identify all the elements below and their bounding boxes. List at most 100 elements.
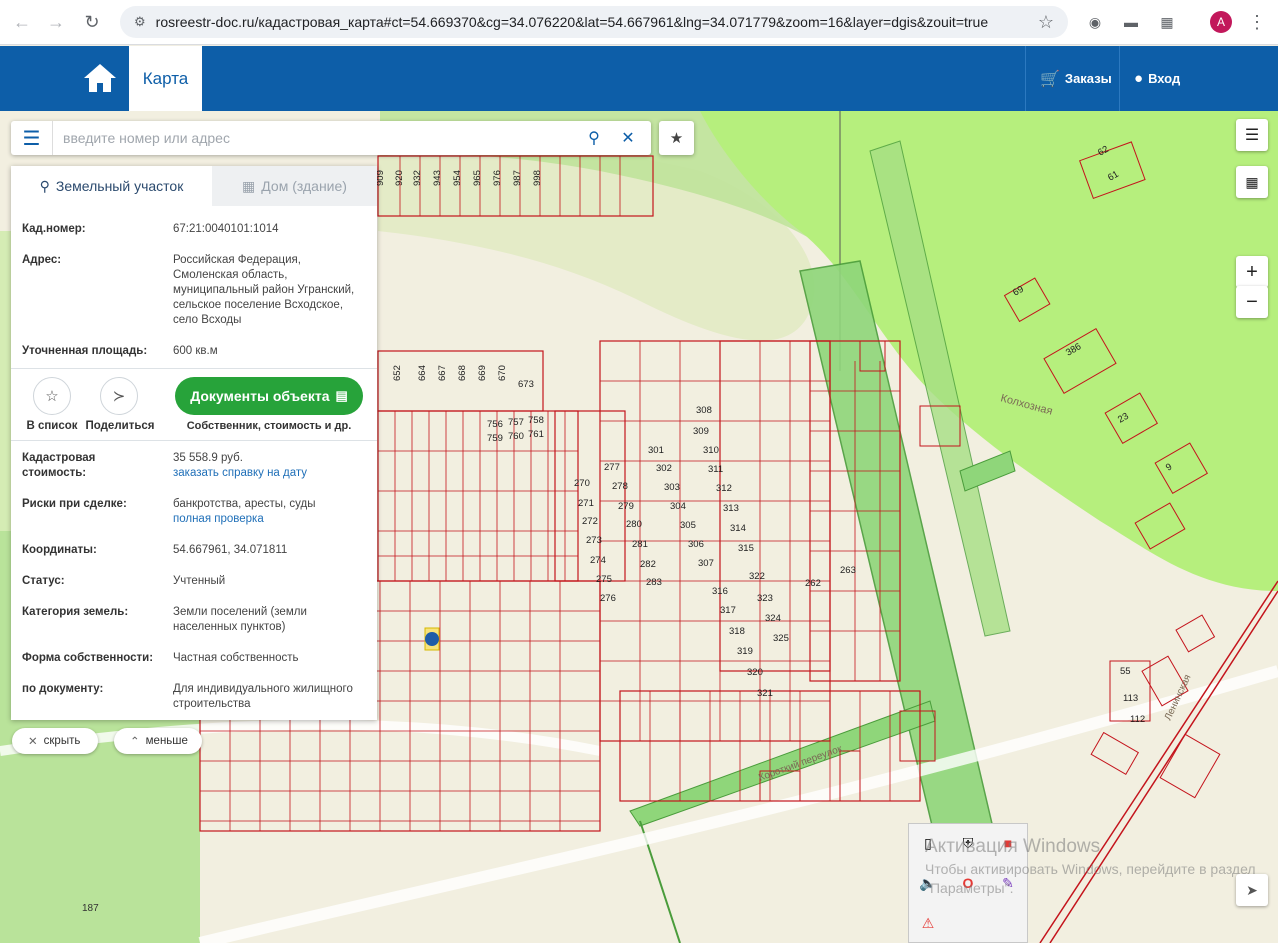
coords-value: 54.667961, 34.071811 — [173, 544, 288, 556]
parcel-label: 270 — [574, 478, 590, 489]
selected-parcel-marker[interactable] — [425, 632, 439, 646]
extensions-puzzle-icon[interactable]: ▦ — [1155, 10, 1179, 34]
search-input[interactable] — [63, 128, 563, 148]
login-button[interactable]: ● Вход — [1119, 46, 1199, 111]
cad-number-label: Кад.номер: — [22, 223, 86, 235]
browser-toolbar: ← → ↻ ⚙ rosreestr-doc.ru/кадастровая_кар… — [0, 0, 1278, 45]
site-settings-icon[interactable]: ⚙ — [134, 14, 146, 30]
back-icon[interactable]: ← — [4, 4, 40, 40]
parcel-label: 325 — [773, 633, 789, 644]
parcel-label: 303 — [664, 482, 680, 493]
tab-land-plot[interactable]: ⚲ Земельный участок — [11, 166, 212, 206]
favorites-star-icon[interactable]: ★ — [659, 121, 694, 155]
order-certificate-link[interactable]: заказать справку на дату — [173, 467, 307, 479]
parcel-label: 312 — [716, 483, 732, 494]
parcel-label: 316 — [712, 586, 728, 597]
parcel-label: 943 — [432, 170, 443, 186]
forward-icon[interactable]: → — [38, 4, 74, 40]
risk-label: Риски при сделке: — [22, 498, 127, 510]
orders-button[interactable]: 🛒 Заказы — [1025, 46, 1113, 111]
tab-house-label: Дом (здание) — [261, 178, 347, 194]
add-to-list-star-icon[interactable]: ☆ — [33, 377, 71, 415]
layers-icon[interactable]: ☰ — [1236, 119, 1268, 151]
parcel-label: 278 — [612, 481, 628, 492]
parcel-label: 318 — [729, 626, 745, 637]
url-text: rosreestr-doc.ru/кадастровая_карта#ct=54… — [155, 14, 989, 30]
add-to-list-label[interactable]: В список — [21, 420, 83, 432]
tab-house[interactable]: ▦ Дом (здание) — [212, 166, 377, 206]
parcel-label: 306 — [688, 539, 704, 550]
parcel-label: 304 — [670, 501, 686, 512]
windows-activation-title: Активация Windows — [925, 836, 1101, 857]
share-icon[interactable]: ≻ — [100, 377, 138, 415]
parcel-label: 302 — [656, 463, 672, 474]
divider — [11, 368, 377, 369]
parcel-label: 315 — [738, 543, 754, 554]
cart-icon: 🛒 — [1040, 70, 1060, 88]
parcel-label: 759 — [487, 433, 503, 444]
parcel-label: 670 — [497, 365, 508, 381]
reload-icon[interactable]: ↻ — [74, 4, 110, 40]
parcel-label: 321 — [757, 688, 773, 699]
search-icon[interactable]: ⚲ — [583, 127, 605, 149]
object-documents-button[interactable]: Документы объекта ▤ — [175, 377, 363, 415]
area-value: 600 кв.м — [173, 345, 218, 357]
panel-tabs: ⚲ Земельный участок ▦ Дом (здание) — [11, 166, 377, 206]
zoom-out-icon[interactable]: − — [1236, 286, 1268, 318]
parcel-label: 308 — [696, 405, 712, 416]
parcel-label: 112 — [1130, 714, 1145, 725]
hamburger-menu-icon[interactable]: ☰ — [11, 121, 53, 155]
warning-icon[interactable]: ⚠ — [919, 914, 937, 932]
parcel-label: 998 — [532, 170, 543, 186]
less-button[interactable]: ⌃ меньше — [114, 728, 202, 754]
parcel-label: 276 — [600, 593, 616, 604]
parcel-label: 310 — [703, 445, 719, 456]
map-label-187: 187 — [82, 903, 99, 914]
parcel-label: 271 — [578, 498, 594, 509]
address-label: Адрес: — [22, 254, 62, 266]
category-value: Земли поселений (земли населенных пункто… — [173, 606, 307, 633]
parcel-label: 668 — [457, 365, 468, 381]
parcel-label: 309 — [693, 426, 709, 437]
cad-number-value[interactable]: 67:21:0040101:1014 — [173, 222, 368, 237]
home-icon[interactable] — [82, 62, 118, 94]
parcel-label: 324 — [765, 613, 781, 624]
hide-button[interactable]: ✕ скрыть — [12, 728, 98, 754]
share-label[interactable]: Поделиться — [85, 420, 155, 432]
parcel-label: 920 — [394, 170, 405, 186]
my-location-icon[interactable]: ➤ — [1236, 874, 1268, 906]
address-bar[interactable]: ⚙ rosreestr-doc.ru/кадастровая_карта#ct=… — [120, 6, 1068, 38]
parcel-label: 987 — [512, 170, 523, 186]
parcel-label: 274 — [590, 555, 606, 566]
less-label: меньше — [145, 735, 188, 747]
extension-icon[interactable]: ◉ — [1083, 10, 1107, 34]
browser-menu-icon[interactable]: ⋮ — [1245, 10, 1269, 34]
full-check-link[interactable]: полная проверка — [173, 513, 264, 525]
building-icon: ▦ — [242, 177, 256, 194]
parcel-label: 652 — [392, 365, 403, 381]
risk-text: банкротства, аресты, суды — [173, 498, 316, 510]
docs-button-label: Документы объекта — [190, 388, 330, 404]
parcel-label: 322 — [749, 571, 765, 582]
hide-label: скрыть — [43, 735, 81, 747]
parcel-label: 761 — [528, 429, 544, 440]
parcel-label: 314 — [730, 523, 746, 534]
orders-label: Заказы — [1064, 71, 1112, 86]
parcel-label: 307 — [698, 558, 714, 569]
risk-value: банкротства, аресты, суды полная проверк… — [173, 497, 368, 527]
extension-hat-icon[interactable]: ▬ — [1119, 10, 1143, 34]
profile-avatar[interactable]: A — [1210, 11, 1232, 33]
parcel-label: 279 — [618, 501, 634, 512]
clear-icon[interactable]: ✕ — [617, 127, 639, 149]
divider — [11, 440, 377, 441]
category-label: Категория земель: — [22, 606, 129, 618]
zoom-in-icon[interactable]: + — [1236, 256, 1268, 288]
status-value: Учтенный — [173, 575, 226, 587]
parcel-label: 756 — [487, 419, 503, 430]
windows-activation-text: Чтобы активировать Windows, перейдите в … — [925, 861, 1256, 896]
bookmark-star-icon[interactable]: ☆ — [1038, 12, 1054, 33]
parcel-label: 272 — [582, 516, 598, 527]
tab-map[interactable]: Карта — [129, 46, 202, 111]
parcel-label: 319 — [737, 646, 753, 657]
ruler-icon[interactable]: ▦ — [1236, 166, 1268, 198]
